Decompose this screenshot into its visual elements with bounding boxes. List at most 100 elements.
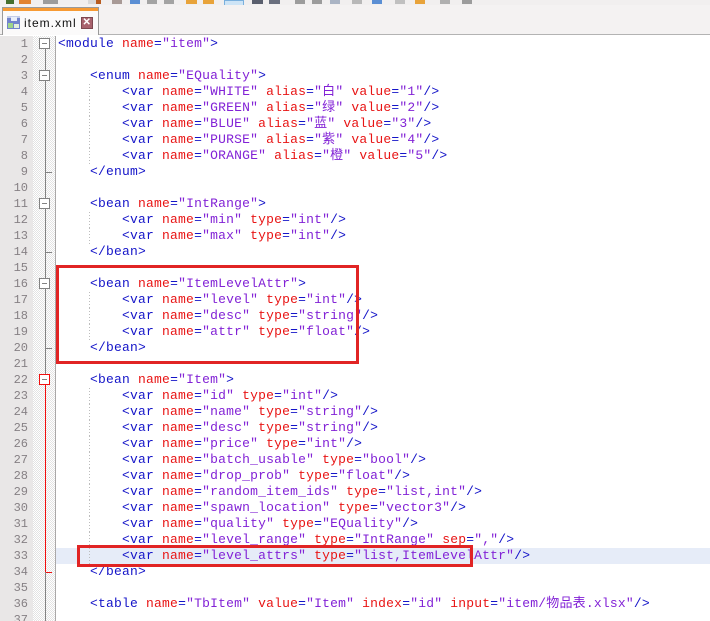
fold-margin[interactable] bbox=[33, 100, 56, 116]
code-line[interactable]: 23 <var name="id" type="int"/> bbox=[0, 388, 710, 404]
code-text[interactable]: </enum> bbox=[56, 164, 710, 180]
code-line[interactable]: 15 bbox=[0, 260, 710, 276]
code-text[interactable]: <var name="PURSE" alias="紫" value="4"/> bbox=[56, 132, 710, 148]
code-line[interactable]: 33 <var name="level_attrs" type="list,It… bbox=[0, 548, 710, 564]
code-line[interactable]: 36 <table name="TbItem" value="Item" ind… bbox=[0, 596, 710, 612]
fold-margin[interactable] bbox=[33, 196, 56, 212]
fold-margin[interactable] bbox=[33, 388, 56, 404]
doc-map-icon[interactable] bbox=[372, 0, 382, 4]
fold-collapse-icon[interactable] bbox=[39, 38, 50, 49]
new-file-icon[interactable] bbox=[6, 0, 14, 4]
monitor-icon[interactable] bbox=[462, 0, 472, 4]
code-line[interactable]: 34 </bean> bbox=[0, 564, 710, 580]
code-text[interactable]: <var name="level_range" type="IntRange" … bbox=[56, 532, 710, 548]
code-text[interactable] bbox=[56, 356, 710, 372]
zoom-in-icon[interactable] bbox=[269, 0, 280, 4]
code-line[interactable]: 30 <var name="spawn_location" type="vect… bbox=[0, 500, 710, 516]
code-text[interactable] bbox=[56, 612, 710, 621]
code-line[interactable]: 20 </bean> bbox=[0, 340, 710, 356]
code-line[interactable]: 25 <var name="desc" type="string"/> bbox=[0, 420, 710, 436]
fold-margin[interactable] bbox=[33, 276, 56, 292]
fold-margin[interactable] bbox=[33, 52, 56, 68]
code-line[interactable]: 10 bbox=[0, 180, 710, 196]
code-text[interactable]: <var name="GREEN" alias="绿" value="2"/> bbox=[56, 100, 710, 116]
code-line[interactable]: 31 <var name="quality" type="EQuality"/> bbox=[0, 516, 710, 532]
word-wrap-icon[interactable] bbox=[330, 0, 340, 4]
function-list-icon[interactable] bbox=[395, 0, 405, 4]
run-icon[interactable] bbox=[440, 0, 450, 4]
code-line[interactable]: 12 <var name="min" type="int"/> bbox=[0, 212, 710, 228]
code-text[interactable]: <var name="desc" type="string"/> bbox=[56, 420, 710, 436]
code-text[interactable]: </bean> bbox=[56, 564, 710, 580]
fold-margin[interactable] bbox=[33, 132, 56, 148]
code-text[interactable]: <module name="item"> bbox=[56, 36, 710, 52]
save-all-icon[interactable] bbox=[88, 0, 96, 4]
code-line[interactable]: 37 bbox=[0, 612, 710, 621]
tab-item-xml[interactable]: item.xml ✕ bbox=[2, 7, 99, 35]
code-text[interactable]: <var name="ORANGE" alias="橙" value="5"/> bbox=[56, 148, 710, 164]
zoom-out-icon[interactable] bbox=[295, 0, 305, 4]
code-text[interactable]: <var name="name" type="string"/> bbox=[56, 404, 710, 420]
fold-margin[interactable] bbox=[33, 244, 56, 260]
save-icon[interactable] bbox=[43, 0, 58, 4]
code-text[interactable]: <var name="price" type="int"/> bbox=[56, 436, 710, 452]
code-text[interactable]: <var name="drop_prob" type="float"/> bbox=[56, 468, 710, 484]
code-line[interactable]: 3 <enum name="EQuality"> bbox=[0, 68, 710, 84]
code-line[interactable]: 1<module name="item"> bbox=[0, 36, 710, 52]
code-line[interactable]: 14 </bean> bbox=[0, 244, 710, 260]
code-text[interactable] bbox=[56, 260, 710, 276]
code-text[interactable]: <var name="BLUE" alias="蓝" value="3"/> bbox=[56, 116, 710, 132]
fold-collapse-icon[interactable] bbox=[39, 70, 50, 81]
sync-scroll-icon[interactable] bbox=[312, 0, 322, 4]
code-text[interactable]: <bean name="ItemLevelAttr"> bbox=[56, 276, 710, 292]
code-line[interactable]: 21 bbox=[0, 356, 710, 372]
fold-margin[interactable] bbox=[33, 372, 56, 388]
code-text[interactable]: </bean> bbox=[56, 244, 710, 260]
fold-margin[interactable] bbox=[33, 340, 56, 356]
code-line[interactable]: 9 </enum> bbox=[0, 164, 710, 180]
fold-margin[interactable] bbox=[33, 324, 56, 340]
code-text[interactable]: <var name="max" type="int"/> bbox=[56, 228, 710, 244]
replace-icon[interactable] bbox=[252, 0, 263, 4]
code-text[interactable]: <enum name="EQuality"> bbox=[56, 68, 710, 84]
code-text[interactable]: <var name="id" type="int"/> bbox=[56, 388, 710, 404]
fold-margin[interactable] bbox=[33, 500, 56, 516]
fold-margin[interactable] bbox=[33, 116, 56, 132]
fold-collapse-icon[interactable] bbox=[39, 198, 50, 209]
code-line[interactable]: 17 <var name="level" type="int"/> bbox=[0, 292, 710, 308]
fold-margin[interactable] bbox=[33, 468, 56, 484]
code-line[interactable]: 28 <var name="drop_prob" type="float"/> bbox=[0, 468, 710, 484]
code-line[interactable]: 35 bbox=[0, 580, 710, 596]
code-line[interactable]: 4 <var name="WHITE" alias="白" value="1"/… bbox=[0, 84, 710, 100]
fold-margin[interactable] bbox=[33, 452, 56, 468]
fold-margin[interactable] bbox=[33, 516, 56, 532]
code-line[interactable]: 26 <var name="price" type="int"/> bbox=[0, 436, 710, 452]
fold-margin[interactable] bbox=[33, 68, 56, 84]
code-text[interactable]: <var name="level" type="int"/> bbox=[56, 292, 710, 308]
open-file-icon[interactable] bbox=[19, 0, 31, 4]
code-text[interactable]: <table name="TbItem" value="Item" index=… bbox=[56, 596, 710, 612]
fold-margin[interactable] bbox=[33, 84, 56, 100]
fold-margin[interactable] bbox=[33, 292, 56, 308]
code-text[interactable]: </bean> bbox=[56, 340, 710, 356]
code-text[interactable]: <var name="batch_usable" type="bool"/> bbox=[56, 452, 710, 468]
undo-icon[interactable] bbox=[186, 0, 197, 4]
fold-margin[interactable] bbox=[33, 260, 56, 276]
code-text[interactable] bbox=[56, 52, 710, 68]
code-text[interactable] bbox=[56, 580, 710, 596]
code-line[interactable]: 18 <var name="desc" type="string"/> bbox=[0, 308, 710, 324]
code-text[interactable]: <bean name="IntRange"> bbox=[56, 196, 710, 212]
fold-margin[interactable] bbox=[33, 612, 56, 621]
fold-margin[interactable] bbox=[33, 532, 56, 548]
close-x-icon[interactable]: ✕ bbox=[81, 17, 93, 29]
fold-collapse-icon[interactable] bbox=[39, 374, 50, 385]
redo-icon[interactable] bbox=[203, 0, 214, 4]
code-line[interactable]: 27 <var name="batch_usable" type="bool"/… bbox=[0, 452, 710, 468]
fold-margin[interactable] bbox=[33, 180, 56, 196]
show-symbols-icon[interactable] bbox=[352, 0, 362, 4]
code-text[interactable] bbox=[56, 180, 710, 196]
code-line[interactable]: 19 <var name="attr" type="float"/> bbox=[0, 324, 710, 340]
code-text[interactable]: <var name="random_item_ids" type="list,i… bbox=[56, 484, 710, 500]
fold-margin[interactable] bbox=[33, 596, 56, 612]
code-line[interactable]: 16 <bean name="ItemLevelAttr"> bbox=[0, 276, 710, 292]
